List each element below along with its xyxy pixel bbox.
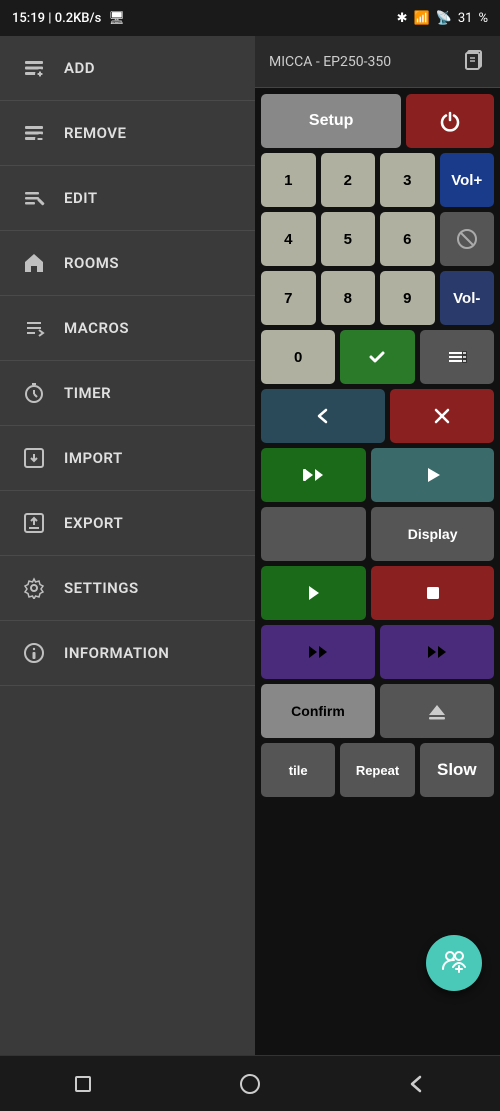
sidebar-label-timer: TIMER	[64, 384, 111, 402]
sidebar-item-macros[interactable]: MACROS	[0, 296, 255, 361]
sidebar-item-timer[interactable]: TIMER	[0, 361, 255, 426]
slow-button[interactable]: Slow	[420, 743, 494, 797]
sidebar-label-edit: EDIT	[64, 189, 98, 207]
status-data: 0.2KB/s	[55, 11, 102, 26]
power-button[interactable]	[406, 94, 494, 148]
fast-fwd-button[interactable]	[380, 625, 494, 679]
btn-4[interactable]: 4	[261, 212, 316, 266]
fast-back-button[interactable]	[261, 625, 375, 679]
fab-button[interactable]	[426, 935, 482, 991]
macros-icon	[20, 314, 48, 342]
sidebar-label-information: INFORMATION	[64, 644, 169, 662]
sidebar-label-macros: MACROS	[64, 319, 129, 337]
setup-button[interactable]: Setup	[261, 94, 401, 148]
sidebar-label-add: ADD	[64, 59, 95, 77]
remote-title: MICCA - EP250-350	[269, 54, 391, 70]
play-button[interactable]	[371, 448, 494, 502]
sidebar-item-rooms[interactable]: ROOMS	[0, 231, 255, 296]
import-icon	[20, 444, 48, 472]
status-time-data: 15:19 | 0.2KB/s 🖥	[12, 11, 125, 26]
play2-button[interactable]	[261, 566, 366, 620]
sidebar-item-import[interactable]: IMPORT	[0, 426, 255, 491]
edit-icon	[20, 184, 48, 212]
btn-row-2: 1 2 3 Vol+	[261, 153, 494, 207]
battery-level: 31	[458, 11, 473, 26]
btn-6[interactable]: 6	[380, 212, 435, 266]
btn-row-8: Display	[261, 507, 494, 561]
nav-bar	[0, 1055, 500, 1111]
btn-row-11: Confirm	[261, 684, 494, 738]
main-layout: ADD REMOVE	[0, 36, 500, 1055]
nav-square-button[interactable]	[53, 1064, 113, 1104]
status-time: 15:19	[12, 11, 45, 26]
remote-copy-icon[interactable]	[462, 47, 486, 77]
rewind-button[interactable]	[261, 448, 366, 502]
menu-button[interactable]	[420, 330, 494, 384]
btn-row-4: 7 8 9 Vol-	[261, 271, 494, 325]
sidebar-label-export: EXPORT	[64, 514, 123, 532]
confirm-button[interactable]: Confirm	[261, 684, 375, 738]
sidebar-item-edit[interactable]: EDIT	[0, 166, 255, 231]
tile-button[interactable]: tile	[261, 743, 335, 797]
btn-row-5: 0	[261, 330, 494, 384]
export-icon	[20, 509, 48, 537]
display-button[interactable]: Display	[371, 507, 494, 561]
status-bar: 15:19 | 0.2KB/s 🖥 ✱ 📶 📡 31 %	[0, 0, 500, 36]
settings-icon	[20, 574, 48, 602]
information-icon	[20, 639, 48, 667]
btn-2[interactable]: 2	[321, 153, 376, 207]
rooms-icon	[20, 249, 48, 277]
btn-7[interactable]: 7	[261, 271, 316, 325]
battery-icon: %	[478, 11, 488, 26]
stop-button[interactable]	[390, 389, 494, 443]
sidebar-label-import: IMPORT	[64, 449, 123, 467]
wifi-icon: 📡	[436, 11, 452, 26]
fab-icon	[441, 947, 467, 979]
sidebar-item-add[interactable]: ADD	[0, 36, 255, 101]
remote-header: MICCA - EP250-350	[255, 36, 500, 88]
repeat-button[interactable]: Repeat	[340, 743, 414, 797]
signal-icon: 📶	[413, 11, 429, 26]
sidebar-item-export[interactable]: EXPORT	[0, 491, 255, 556]
add-icon	[20, 54, 48, 82]
btn-row-9	[261, 566, 494, 620]
remote-panel: MICCA - EP250-350 Setup	[255, 36, 500, 1055]
btn-1[interactable]: 1	[261, 153, 316, 207]
stop-red-button[interactable]	[371, 566, 494, 620]
nav-home-button[interactable]	[220, 1064, 280, 1104]
nav-back-button[interactable]	[387, 1064, 447, 1104]
bluetooth-icon: ✱	[397, 11, 408, 26]
remove-icon	[20, 119, 48, 147]
btn-8[interactable]: 8	[321, 271, 376, 325]
back-button[interactable]	[261, 389, 385, 443]
btn-row-6	[261, 389, 494, 443]
screen-icon: 🖥	[109, 11, 126, 26]
btn-row-7	[261, 448, 494, 502]
sidebar-item-settings[interactable]: SETTINGS	[0, 556, 255, 621]
ok-button[interactable]	[340, 330, 414, 384]
vol-plus-button[interactable]: Vol+	[440, 153, 495, 207]
remote-grid: Setup 1 2 3 Vol+ 4 5 6	[255, 88, 500, 803]
btn-3[interactable]: 3	[380, 153, 435, 207]
btn-9[interactable]: 9	[380, 271, 435, 325]
btn-row-12: tile Repeat Slow	[261, 743, 494, 797]
status-right: ✱ 📶 📡 31 %	[397, 11, 488, 26]
vol-minus-button[interactable]: Vol-	[440, 271, 495, 325]
sidebar-item-information[interactable]: INFORMATION	[0, 621, 255, 686]
sidebar-item-remove[interactable]: REMOVE	[0, 101, 255, 166]
sidebar-label-settings: SETTINGS	[64, 579, 139, 597]
btn-row-3: 4 5 6	[261, 212, 494, 266]
sidebar-label-remove: REMOVE	[64, 124, 127, 142]
sidebar: ADD REMOVE	[0, 36, 255, 1055]
timer-icon	[20, 379, 48, 407]
eject-button[interactable]	[380, 684, 494, 738]
btn-row-1: Setup	[261, 94, 494, 148]
btn-row-10	[261, 625, 494, 679]
input-button[interactable]	[261, 507, 366, 561]
mute-button[interactable]	[440, 212, 495, 266]
sidebar-label-rooms: ROOMS	[64, 254, 119, 272]
btn-5[interactable]: 5	[321, 212, 376, 266]
btn-0[interactable]: 0	[261, 330, 335, 384]
